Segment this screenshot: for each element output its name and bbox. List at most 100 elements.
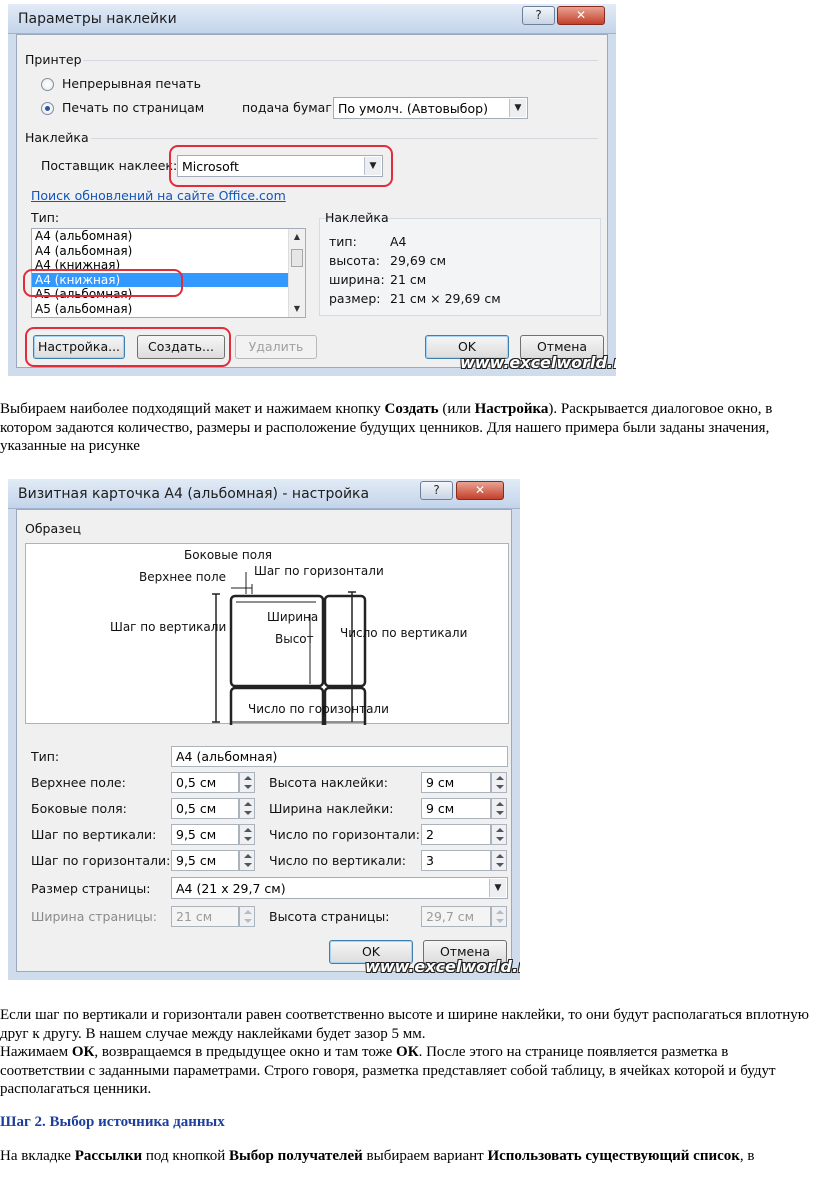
label-width-label: Ширина наклейки:: [269, 801, 394, 816]
side-margins-label: Боковые поля:: [31, 801, 127, 816]
label-height-label: Высота наклейки:: [269, 775, 388, 790]
divider: [83, 60, 598, 61]
label-height-stepper[interactable]: [491, 772, 507, 793]
diagram-label-vertical-pitch: Шаг по вертикали: [110, 620, 227, 634]
info-key-height: высота:: [329, 253, 380, 268]
page-size-select[interactable]: A4 (21 x 29,7 см) ▼: [171, 877, 508, 899]
top-margin-input[interactable]: 0,5 см: [171, 772, 239, 793]
continuous-print-radio[interactable]: [41, 78, 54, 91]
diagram-label-width: Ширина: [267, 610, 319, 624]
bold-text: Использовать существующий список: [487, 1148, 740, 1164]
paper-feed-label: подача бумаги:: [242, 100, 345, 115]
horizontal-pitch-label: Шаг по горизонтали:: [31, 853, 171, 868]
text: выбираем вариант: [362, 1148, 488, 1164]
text-line: Нажимаем ОК, возвращаемся в предыдущее о…: [0, 1043, 810, 1099]
horizontal-pitch-input[interactable]: 9,5 см: [171, 850, 239, 871]
scroll-thumb[interactable]: [291, 249, 303, 267]
number-across-input[interactable]: 2: [421, 824, 491, 845]
top-margin-label: Верхнее поле:: [31, 775, 126, 790]
bold-text: Рассылки: [74, 1148, 143, 1164]
vertical-pitch-stepper[interactable]: [239, 824, 255, 845]
continuous-print-label: Непрерывная печать: [62, 76, 201, 91]
card-settings-dialog-screenshot: Визитная карточка A4 (альбомная) - настр…: [8, 479, 520, 980]
divider: [91, 138, 598, 139]
number-down-input[interactable]: 3: [421, 850, 491, 871]
list-item[interactable]: A5 (альбомная): [32, 302, 305, 317]
text: Выбираем наиболее подходящий макет и наж…: [0, 401, 385, 417]
bold-text: Выбор получателей: [228, 1148, 363, 1164]
text: Нажимаем: [0, 1044, 72, 1061]
page-height-input[interactable]: 29,7 см: [421, 906, 491, 927]
bold-text: Создать: [384, 401, 439, 417]
diagram-label-top-margin: Верхнее поле: [139, 570, 226, 584]
number-across-label: Число по горизонтали:: [269, 827, 420, 842]
printer-group-label: Принтер: [25, 52, 82, 67]
diagram-label-height: Высот: [275, 632, 314, 646]
text: Если шаг по вертикали и горизонтали раве…: [0, 1007, 809, 1042]
watermark: www.excelworld.ru: [460, 353, 616, 372]
scroll-up-icon[interactable]: ▲: [289, 229, 305, 245]
page-height-stepper[interactable]: [491, 906, 507, 927]
dialog-title: Визитная карточка A4 (альбомная) - настр…: [18, 486, 370, 502]
label-height-input[interactable]: 9 см: [421, 772, 491, 793]
number-down-stepper[interactable]: [491, 850, 507, 871]
list-scrollbar[interactable]: ▲ ▼: [288, 229, 305, 317]
text: , возвращаемся в предыдущее окно и там т…: [94, 1044, 397, 1061]
number-across-stepper[interactable]: [491, 824, 507, 845]
diagram-label-horizontal-pitch: Шаг по горизонтали: [254, 564, 384, 578]
paragraph-2: Если шаг по вертикали и горизонтали раве…: [0, 1006, 810, 1099]
close-button[interactable]: ✕: [557, 6, 605, 25]
label-width-stepper[interactable]: [491, 798, 507, 819]
number-down-label: Число по вертикали:: [269, 853, 406, 868]
info-key-width: ширина:: [329, 272, 385, 287]
dialog-body: Принтер Непрерывная печать Печать по стр…: [16, 34, 608, 368]
label-options-dialog-screenshot: Параметры наклейки ? ✕ Принтер Непрерывн…: [8, 4, 616, 376]
vertical-pitch-label: Шаг по вертикали:: [31, 827, 157, 842]
bold-text: ОК: [71, 1044, 95, 1061]
vendor-label: Поставщик наклеек:: [41, 158, 178, 173]
office-update-link[interactable]: Поиск обновлений на сайте Office.com: [31, 188, 286, 203]
dialog-titlebar: Визитная карточка A4 (альбомная) - настр…: [8, 479, 520, 509]
diagram-label-number-down: Число по вертикали: [340, 626, 468, 640]
bold-text: Настройка: [474, 401, 549, 417]
vertical-pitch-input[interactable]: 9,5 см: [171, 824, 239, 845]
chevron-down-icon: ▼: [489, 879, 506, 897]
top-margin-stepper[interactable]: [239, 772, 255, 793]
page-print-radio[interactable]: [41, 102, 54, 115]
page-print-label: Печать по страницам: [62, 100, 205, 115]
buttons-highlight: [25, 327, 231, 367]
side-margins-input[interactable]: 0,5 см: [171, 798, 239, 819]
bold-text: ОК: [396, 1044, 419, 1061]
type-label: Тип:: [31, 210, 60, 225]
type-input[interactable]: A4 (альбомная): [171, 746, 508, 767]
vendor-highlight: [169, 145, 393, 187]
paragraph-3: На вкладке Рассылки под кнопкой Выбор по…: [0, 1147, 810, 1166]
close-button[interactable]: ✕: [456, 481, 504, 500]
dialog-body: Образец Боковые поля Верхнее поле Шаг по…: [16, 509, 512, 972]
text: под кнопкой: [142, 1148, 229, 1164]
type-label: Тип:: [31, 749, 60, 764]
label-width-input[interactable]: 9 см: [421, 798, 491, 819]
info-key-size: размер:: [329, 291, 381, 306]
page-width-input[interactable]: 21 см: [171, 906, 239, 927]
horizontal-pitch-stepper[interactable]: [239, 850, 255, 871]
diagram-label-side-margins: Боковые поля: [184, 548, 272, 562]
side-margins-stepper[interactable]: [239, 798, 255, 819]
scroll-down-icon[interactable]: ▼: [289, 301, 305, 317]
paper-feed-select[interactable]: По умолч. (Автовыбор) ▼: [333, 97, 528, 119]
help-button[interactable]: ?: [522, 6, 555, 25]
help-button[interactable]: ?: [420, 481, 453, 500]
page-width-label: Ширина страницы:: [31, 909, 157, 924]
sample-group-label: Образец: [25, 521, 81, 536]
dialog-title: Параметры наклейки: [18, 11, 177, 27]
info-value-size: 21 см × 29,69 см: [390, 291, 501, 306]
selected-type-highlight: [23, 269, 183, 297]
label-group-label: Наклейка: [25, 130, 89, 145]
delete-button[interactable]: Удалить: [235, 335, 317, 359]
page-size-label: Размер страницы:: [31, 881, 151, 896]
list-item[interactable]: A4 (альбомная): [32, 229, 305, 244]
info-key-type: тип:: [329, 234, 357, 249]
list-item[interactable]: A4 (альбомная): [32, 244, 305, 259]
page-width-stepper[interactable]: [239, 906, 255, 927]
paragraph-1: Выбираем наиболее подходящий макет и наж…: [0, 400, 810, 456]
